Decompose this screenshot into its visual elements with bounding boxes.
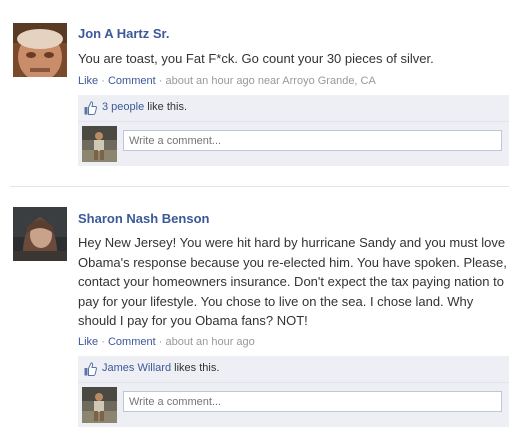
viewer-avatar <box>82 387 117 423</box>
likes-summary: James Willard likes this. <box>102 362 219 374</box>
post-message: Hey New Jersey! You were hit hard by hur… <box>78 235 507 328</box>
like-link[interactable]: Like <box>78 336 98 348</box>
timestamp[interactable]: about an hour ago <box>165 336 254 348</box>
author-avatar[interactable] <box>13 207 67 261</box>
post-actions: Like · Comment · about an hour ago <box>78 336 255 348</box>
separator: · <box>101 336 105 348</box>
comment-input[interactable] <box>123 391 502 412</box>
story-2: Sharon Nash Benson Hey New Jersey! You w… <box>0 0 517 444</box>
comment-link[interactable]: Comment <box>108 336 156 348</box>
likes-bar: James Willard likes this. <box>78 356 509 383</box>
thumbs-up-icon <box>84 362 97 376</box>
separator: · <box>158 336 163 348</box>
comment-composer <box>78 383 509 427</box>
likes-suffix: likes this. <box>171 362 220 374</box>
author-name[interactable]: Sharon Nash Benson <box>78 211 209 226</box>
likes-people-link[interactable]: James Willard <box>102 362 171 374</box>
